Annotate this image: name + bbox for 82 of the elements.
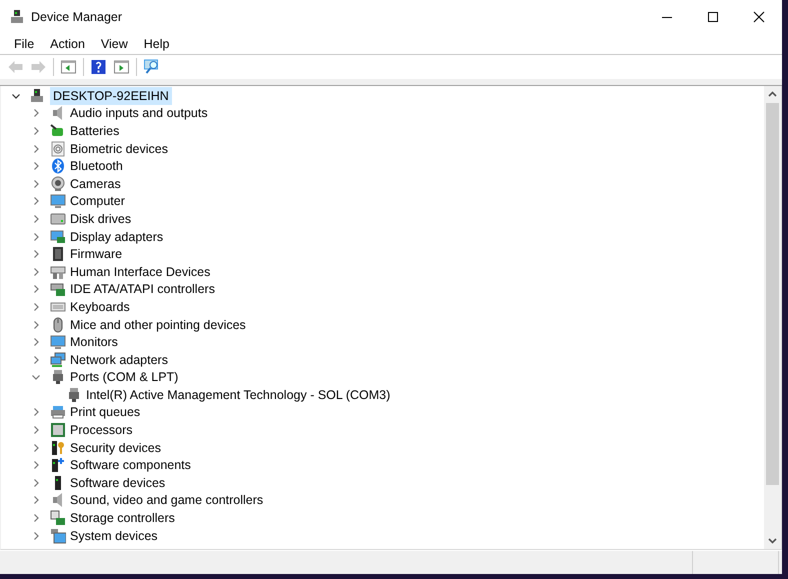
expand-chevron-icon[interactable]	[31, 196, 41, 206]
tree-item[interactable]: Batteries	[67, 122, 122, 140]
scrollbar[interactable]	[764, 86, 781, 549]
tree-item[interactable]: Software devices	[67, 474, 168, 492]
key-icon	[50, 440, 66, 456]
tree-item[interactable]: Storage controllers	[67, 509, 178, 528]
tree-item[interactable]: DESKTOP-92EEIHN	[50, 86, 172, 105]
tree-item[interactable]: Network adapters	[67, 350, 171, 369]
window-title: Device Manager	[31, 10, 122, 24]
expand-chevron-icon[interactable]	[31, 214, 41, 224]
expand-chevron-icon[interactable]	[31, 266, 41, 277]
expand-chevron-icon[interactable]	[31, 144, 41, 154]
tree-item[interactable]: Intel(R) Active Management Technology - SOL (COM3)	[83, 386, 394, 404]
system-icon	[50, 528, 66, 544]
tree-item[interactable]: Mice and other pointing devices	[67, 316, 249, 334]
display-card-icon	[50, 228, 66, 245]
expand-chevron-icon[interactable]	[31, 232, 41, 242]
expand-chevron-icon[interactable]	[31, 354, 41, 365]
expand-chevron-icon[interactable]	[31, 337, 41, 348]
disk-drive-icon	[50, 210, 66, 227]
expand-chevron-icon[interactable]	[31, 320, 41, 330]
tree-item[interactable]: System devices	[67, 526, 161, 545]
menu-item[interactable]: Action	[42, 37, 93, 51]
tree-item[interactable]: Security devices	[67, 438, 164, 457]
tree-item[interactable]: IDE ATA/ATAPI controllers	[67, 280, 218, 298]
webcam-icon	[50, 176, 66, 192]
tree-item[interactable]: Disk drives	[67, 210, 134, 228]
tree-item[interactable]: Display adapters	[67, 228, 166, 246]
expand-chevron-icon[interactable]	[31, 425, 41, 436]
tree-item[interactable]: Keyboards	[67, 298, 133, 316]
bluetooth-icon	[50, 158, 66, 174]
app-icon	[9, 9, 25, 25]
menu-item[interactable]: Help	[136, 37, 178, 51]
expand-chevron-icon[interactable]	[31, 530, 41, 541]
expand-chevron-icon[interactable]	[31, 460, 41, 470]
expand-chevron-icon[interactable]	[31, 108, 41, 118]
properties-icon[interactable]	[60, 59, 77, 75]
hid-icon	[50, 264, 66, 280]
tree-item[interactable]: Ports (COM & LPT)	[67, 368, 182, 386]
storage-icon	[50, 510, 66, 526]
update-driver-icon[interactable]	[113, 59, 130, 75]
port-icon	[50, 369, 66, 386]
expand-chevron-icon[interactable]	[31, 302, 41, 312]
tree-item[interactable]: Audio inputs and outputs	[67, 104, 211, 122]
expand-chevron-icon[interactable]	[31, 284, 41, 294]
tree-item[interactable]: Biometric devices	[67, 140, 171, 158]
fingerprint-icon	[50, 140, 66, 157]
tree-item[interactable]: Monitors	[67, 333, 121, 352]
tower-icon	[50, 457, 66, 474]
network-icon	[50, 352, 66, 368]
chip-icon	[50, 246, 66, 262]
expand-chevron-icon[interactable]	[31, 478, 41, 488]
expand-chevron-icon[interactable]	[31, 126, 41, 136]
menu-item[interactable]: File	[6, 37, 42, 51]
monitor-icon	[50, 193, 66, 210]
printer-icon	[50, 404, 66, 420]
expand-chevron-icon[interactable]	[31, 249, 41, 260]
tree-item[interactable]: Processors	[67, 421, 136, 440]
scrollbar-thumb[interactable]	[766, 103, 779, 485]
help-icon[interactable]	[90, 59, 107, 75]
tree-item[interactable]: Sound, video and game controllers	[67, 491, 266, 510]
tree-item[interactable]: Firmware	[67, 245, 126, 264]
tree-item[interactable]: Software components	[67, 456, 194, 474]
menu-item[interactable]: View	[92, 37, 136, 51]
monitor-icon	[50, 334, 66, 350]
expand-chevron-icon[interactable]	[31, 513, 41, 524]
tree-item[interactable]: Cameras	[67, 174, 124, 193]
expand-chevron-icon[interactable]	[31, 161, 41, 172]
tree-item[interactable]: Human Interface Devices	[67, 262, 214, 281]
tree-item[interactable]: Bluetooth	[67, 157, 126, 176]
tree-item[interactable]: Computer	[67, 192, 128, 210]
port-icon	[66, 386, 82, 403]
drive-card-icon	[50, 281, 66, 298]
expand-chevron-icon[interactable]	[31, 495, 41, 506]
computer-icon	[29, 88, 45, 104]
scan-monitor-icon[interactable]	[143, 59, 160, 75]
expand-chevron-icon[interactable]	[31, 178, 41, 189]
tree-item[interactable]: Print queues	[67, 403, 144, 422]
processor-icon	[50, 422, 66, 438]
expand-chevron-icon[interactable]	[31, 442, 41, 453]
battery-icon	[50, 122, 66, 139]
expand-chevron-icon[interactable]	[31, 407, 41, 418]
